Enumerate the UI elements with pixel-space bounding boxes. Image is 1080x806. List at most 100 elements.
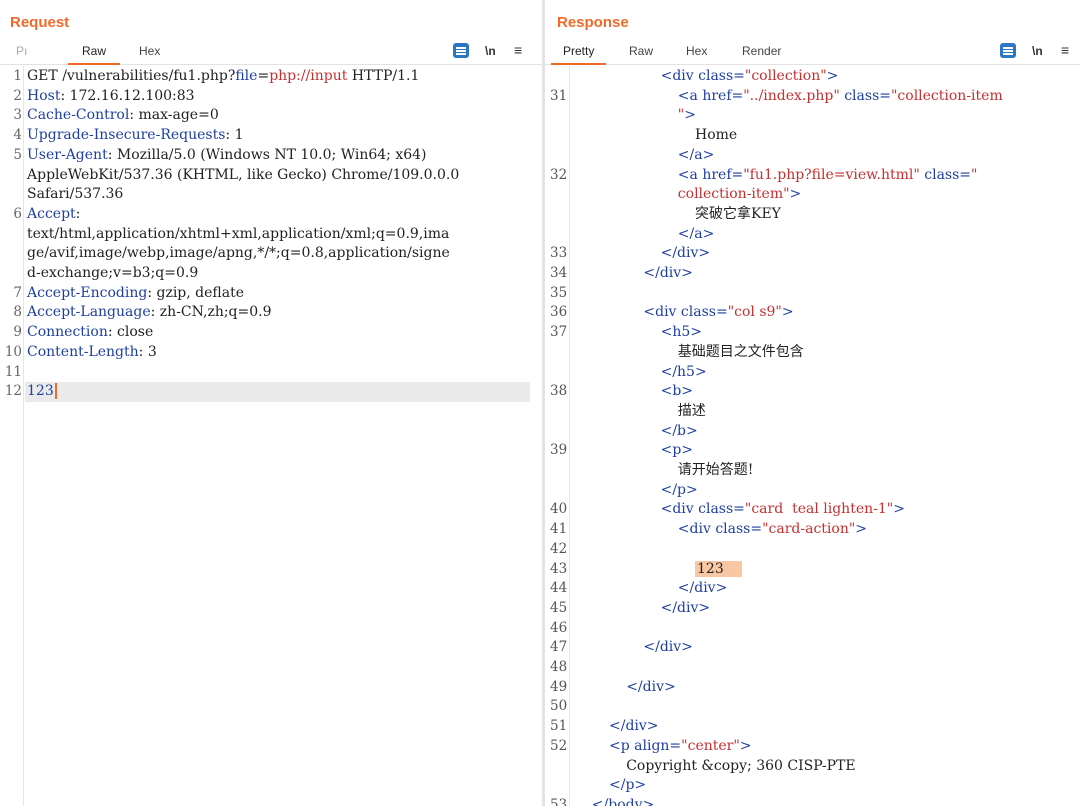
code-token: Accept — [27, 205, 76, 222]
code-line: 请开始答题! — [545, 461, 1080, 481]
code-token: </a> — [677, 225, 715, 242]
code-token: "center" — [681, 737, 740, 754]
code-token: : close — [107, 324, 154, 341]
code-line: 7 Accept-Encoding: gzip, deflate — [0, 284, 542, 304]
menu-icon[interactable]: ≡ — [1061, 42, 1069, 58]
line-text: </h5> — [661, 363, 707, 383]
code-token: Copyright &copy; 360 CISP-PTE — [626, 757, 856, 774]
word-wrap-icon[interactable] — [453, 43, 469, 58]
tab-raw[interactable]: Raw — [68, 40, 121, 65]
code-token: class= — [919, 166, 972, 183]
code-token: align= — [634, 737, 682, 754]
code-line: <div class="collection"> — [545, 67, 1080, 87]
code-token: Upgrade-Insecure-Requests — [27, 127, 226, 144]
code-line: </a> — [545, 225, 1080, 245]
code-token: 突破它拿KEY — [695, 205, 781, 222]
code-token: class= — [680, 304, 728, 321]
line-number: 53 — [550, 796, 568, 806]
code-token: Cache-Control — [27, 107, 130, 124]
line-text: 123 — [27, 382, 57, 402]
line-number: 35 — [550, 284, 568, 301]
code-token: </a> — [677, 146, 715, 163]
code-token: </div> — [660, 599, 711, 616]
code-token: "fu1.php?file=view.html" — [743, 166, 920, 183]
line-number: 39 — [550, 442, 568, 459]
line-text: </div> — [626, 678, 676, 698]
line-text: Host: 172.16.12.100:83 — [27, 87, 195, 107]
line-number: 48 — [550, 659, 568, 675]
tab-pretty[interactable]: Pı — [16, 40, 27, 65]
line-text: 描述 — [678, 402, 706, 422]
code-token: <h5> — [660, 324, 702, 341]
line-text: </div> — [609, 717, 659, 737]
line-text: </body> — [592, 796, 654, 806]
menu-icon[interactable]: ≡ — [514, 42, 522, 58]
line-number: 12 — [4, 383, 22, 400]
code-line: </p> — [545, 776, 1080, 796]
code-token: <a — [677, 87, 703, 104]
tab-raw[interactable]: Raw — [629, 40, 653, 65]
search-match-highlight: 123 — [695, 560, 742, 577]
code-line: </b> — [545, 422, 1080, 442]
line-text: </div> — [661, 244, 711, 264]
line-text: </div> — [661, 599, 711, 619]
code-line: 11 — [0, 363, 542, 383]
line-text: </a> — [678, 225, 715, 245]
code-token: </div> — [626, 678, 676, 695]
code-line: 46 — [545, 619, 1080, 639]
code-line: Home — [545, 126, 1080, 146]
line-text: </div> — [643, 264, 693, 284]
code-token: collection-item" — [677, 186, 790, 203]
line-number: 37 — [550, 324, 568, 341]
code-token: User-Agent — [27, 146, 108, 163]
code-line: 32 <a href="fu1.php?file=view.html" class… — [545, 166, 1080, 186]
code-token: > — [789, 186, 802, 203]
show-newlines-toggle[interactable]: \n — [1032, 44, 1043, 58]
code-token: "card teal lighten-1" — [744, 501, 894, 518]
line-text: <div class="card-action"> — [678, 520, 867, 540]
code-token: <div — [677, 521, 716, 538]
line-number: 36 — [550, 304, 568, 321]
code-line: Safari/537.36 — [0, 185, 542, 205]
line-number: 11 — [4, 363, 22, 380]
word-wrap-icon[interactable] — [1000, 43, 1016, 58]
code-token: "col s9" — [727, 304, 782, 321]
tab-hex[interactable]: Hex — [686, 40, 707, 65]
code-line: 31 <a href="../index.php" class="collecti… — [545, 87, 1080, 107]
line-number: 1 — [13, 68, 22, 84]
code-token: </div> — [643, 265, 693, 281]
code-token: </body> — [591, 796, 655, 806]
code-line: 描述 — [545, 402, 1080, 422]
tab-render[interactable]: Render — [742, 40, 781, 65]
code-token: Accept-Language — [27, 304, 151, 321]
line-text: <div class="collection"> — [661, 67, 839, 87]
code-line: 33 </div> — [545, 244, 1080, 264]
line-number: 40 — [550, 501, 568, 518]
code-token: <b> — [660, 383, 694, 400]
code-token: <p — [609, 737, 635, 754]
code-line: 49 </div> — [545, 678, 1080, 698]
code-line: 39 <p> — [545, 441, 1080, 461]
line-number: 5 — [13, 146, 22, 163]
line-text: </a> — [678, 146, 715, 166]
show-newlines-toggle[interactable]: \n — [485, 44, 496, 58]
line-text: Content-Length: 3 — [27, 343, 157, 363]
code-token: "collection" — [744, 68, 827, 84]
code-line: 51 </div> — [545, 717, 1080, 737]
code-token: ge/avif,image/webp,image/apng,*/*;q=0.8,… — [27, 245, 450, 262]
line-text: Copyright &copy; 360 CISP-PTE — [626, 757, 855, 777]
line-text: </div> — [678, 579, 728, 599]
line-number: 2 — [13, 87, 22, 104]
tab-pretty[interactable]: Pretty — [551, 40, 607, 65]
line-number: 33 — [550, 245, 568, 262]
line-text: Accept-Language: zh-CN,zh;q=0.9 — [27, 303, 272, 323]
line-number: 46 — [550, 619, 568, 636]
code-line: </a> — [545, 146, 1080, 166]
code-line: Copyright &copy; 360 CISP-PTE — [545, 757, 1080, 777]
tab-hex[interactable]: Hex — [139, 40, 160, 65]
code-token: AppleWebKit/537.36 (KHTML, like Gecko) C… — [27, 166, 460, 183]
line-number: 44 — [550, 580, 568, 597]
code-token: </p> — [609, 777, 647, 794]
code-token: > — [826, 68, 839, 84]
code-token: "card-action" — [762, 521, 856, 538]
